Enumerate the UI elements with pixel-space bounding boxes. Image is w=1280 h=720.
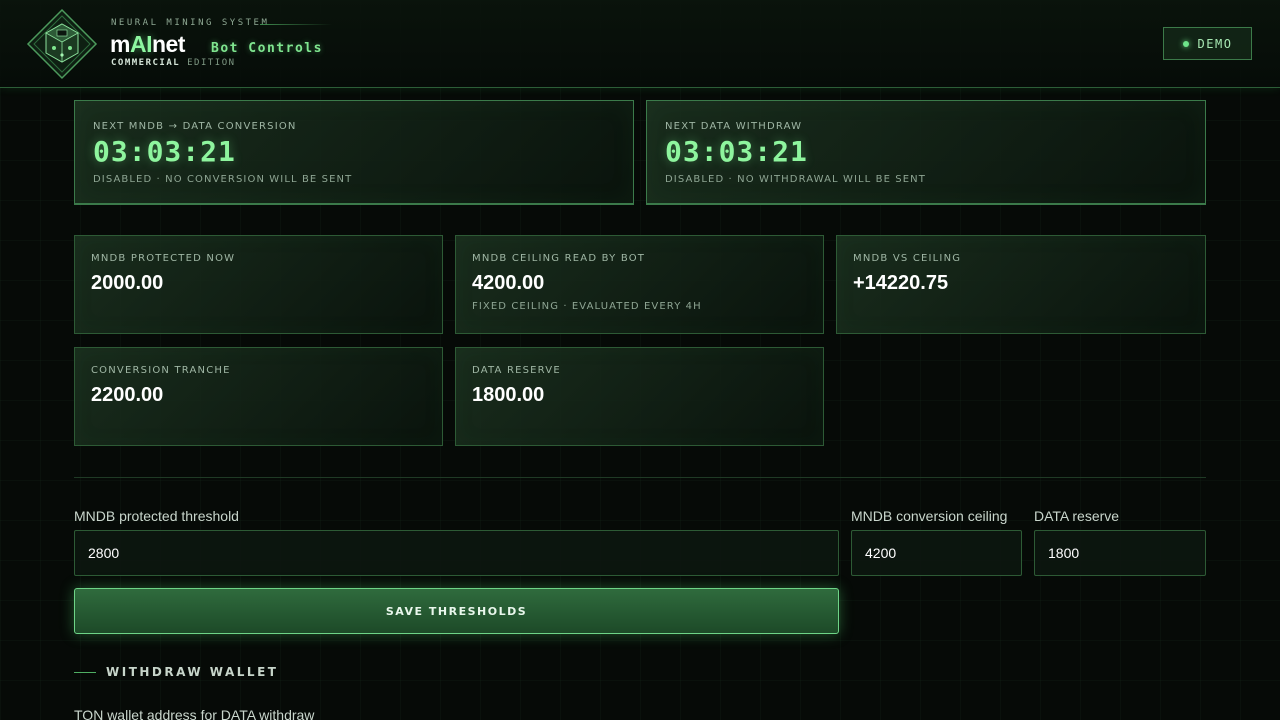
conversion-ceiling-input[interactable]: [851, 530, 1022, 576]
timer-value: 03:03:21: [665, 135, 808, 168]
protected-threshold-input[interactable]: [74, 530, 839, 576]
stat-label: MNDB PROTECTED NOW: [91, 253, 236, 264]
system-label: NEURAL MINING SYSTEM: [111, 18, 270, 28]
stat-card-vs-ceiling: MNDB VS CEILING +14220.75: [836, 235, 1206, 334]
stat-card-data-reserve: DATA RESERVE 1800.00: [455, 347, 824, 446]
stat-value: 2200.00: [91, 384, 164, 406]
section-divider: [74, 477, 1206, 478]
timer-label: NEXT MNDB → DATA CONVERSION: [93, 121, 297, 132]
save-thresholds-button[interactable]: SAVE THRESHOLDS: [74, 588, 839, 634]
section-title-line: [74, 672, 96, 673]
stat-note: FIXED CEILING · EVALUATED EVERY 4H: [472, 301, 702, 312]
data-reserve-input[interactable]: [1034, 530, 1206, 576]
conversion-ceiling-label: MNDB conversion ceiling: [851, 508, 1008, 524]
protected-threshold-label: MNDB protected threshold: [74, 508, 239, 524]
stat-card-ceiling: MNDB CEILING READ BY BOT 4200.00 FIXED C…: [455, 235, 824, 334]
stat-label: DATA RESERVE: [472, 365, 561, 376]
timer-value: 03:03:21: [93, 135, 236, 168]
wallet-address-label: TON wallet address for DATA withdraw: [74, 707, 315, 720]
top-header: NEURAL MINING SYSTEM mAInet Bot Controls…: [0, 0, 1280, 88]
page-subtitle: Bot Controls: [211, 41, 323, 56]
stat-value: 1800.00: [472, 384, 545, 406]
brand-prefix: m: [110, 31, 130, 57]
timer-note: DISABLED · NO WITHDRAWAL WILL BE SENT: [665, 174, 926, 185]
stat-value: +14220.75: [853, 272, 949, 294]
stat-label: MNDB CEILING READ BY BOT: [472, 253, 646, 264]
withdraw-timer-card: NEXT DATA WITHDRAW 03:03:21 DISABLED · N…: [646, 100, 1206, 204]
conversion-timer-card: NEXT MNDB → DATA CONVERSION 03:03:21 DIS…: [74, 100, 634, 204]
brand-name: mAInet: [110, 31, 185, 58]
system-label-line: [260, 24, 332, 25]
stat-value: 4200.00: [472, 272, 545, 294]
edition-bold: COMMERCIAL: [111, 58, 181, 68]
stat-card-protected-now: MNDB PROTECTED NOW 2000.00: [74, 235, 443, 334]
demo-label: DEMO: [1197, 36, 1233, 51]
demo-mode-button[interactable]: DEMO: [1163, 27, 1252, 60]
brand-suffix: net: [151, 31, 186, 57]
edition-label: COMMERCIAL EDITION: [111, 58, 236, 68]
stat-label: MNDB VS CEILING: [853, 253, 962, 264]
withdraw-section-title: WITHDRAW WALLET: [106, 665, 279, 679]
brand-ai: AI: [129, 31, 153, 57]
timer-note: DISABLED · NO CONVERSION WILL BE SENT: [93, 174, 353, 185]
neural-cube-logo-icon: [26, 8, 98, 80]
stat-label: CONVERSION TRANCHE: [91, 365, 231, 376]
timer-label: NEXT DATA WITHDRAW: [665, 121, 803, 132]
stat-card-tranche: CONVERSION TRANCHE 2200.00: [74, 347, 443, 446]
stat-value: 2000.00: [91, 272, 164, 294]
data-reserve-label: DATA reserve: [1034, 508, 1120, 524]
status-dot-icon: [1182, 40, 1189, 47]
edition-text: EDITION: [187, 58, 236, 68]
